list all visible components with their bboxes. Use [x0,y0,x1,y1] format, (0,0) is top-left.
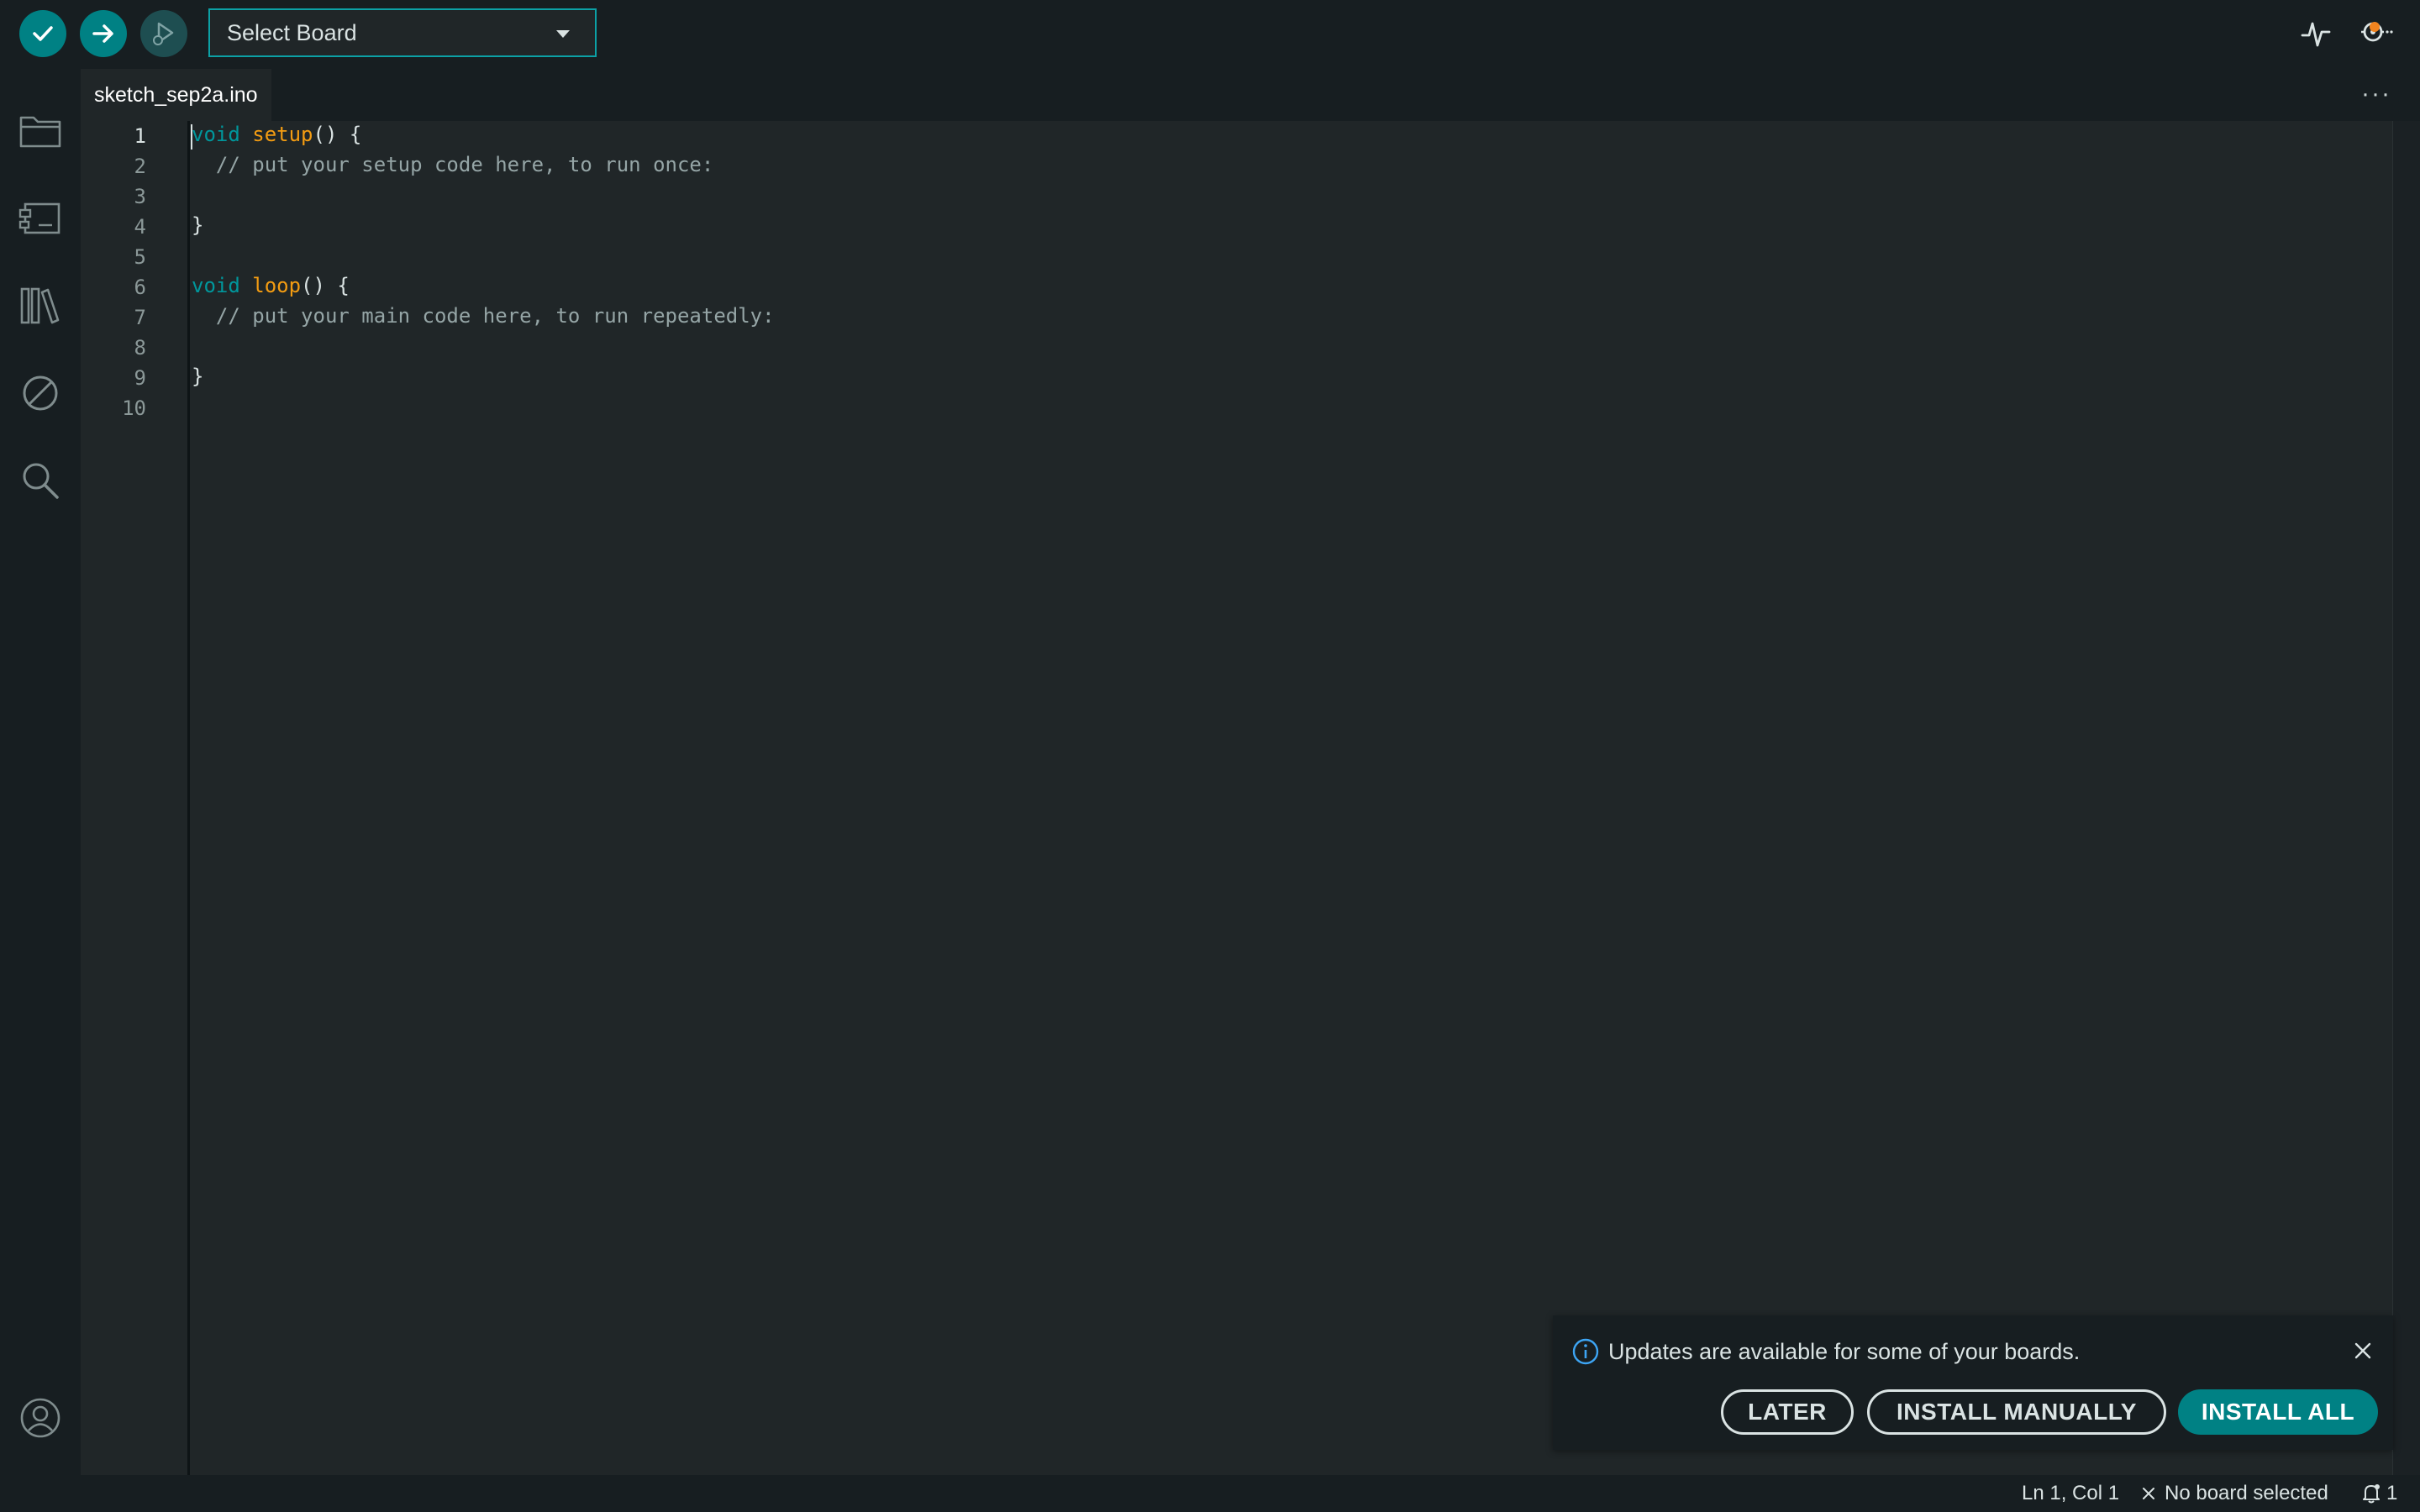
sketchbook-button[interactable] [15,106,66,156]
serial-monitor-button[interactable] [2358,15,2395,52]
debug-panel-button[interactable] [15,368,66,418]
library-manager-button[interactable] [15,281,66,331]
cursor-position-text: Ln 1, Col 1 [2022,1482,2120,1504]
upload-button[interactable] [80,10,127,57]
text-cursor [191,124,192,150]
toolbar: Select Board [0,0,2420,67]
editor-scrollbar[interactable] [2392,121,2420,1475]
arrow-right-icon [92,24,113,43]
code-line-4: } [192,213,204,237]
debug-button[interactable] [140,10,187,57]
notification-message: Updates are available for some of your b… [1608,1339,2081,1364]
line-number: 3 [134,185,146,208]
status-bar: Ln 1, Col 1 No board selected 1 [0,1475,2420,1512]
notifications-button[interactable]: 1 [2361,1482,2397,1505]
line-number: 4 [134,215,146,239]
code-line-7: // put your main code here, to run repea… [192,304,775,328]
board-status-text: No board selected [2165,1482,2328,1504]
later-button[interactable]: LATER [1721,1389,1854,1435]
line-number: 8 [134,336,146,360]
folder-icon [19,116,61,148]
no-debug-icon [23,375,58,411]
code-editor[interactable]: 1 2 3 4 5 6 7 8 9 10 void setup() { // p… [81,121,2393,1475]
line-number: 1 [134,124,146,148]
update-notification: Updates are available for some of your b… [1553,1315,2393,1450]
code-text: () { [301,274,350,297]
info-icon [1572,1338,1599,1365]
gutter-divider [187,121,190,1475]
account-icon [20,1398,60,1438]
chevron-down-icon [556,30,570,38]
line-number: 5 [134,245,146,269]
account-button[interactable] [15,1393,66,1443]
serial-plotter-button[interactable] [2297,15,2334,52]
tab-sketch[interactable]: sketch_sep2a.ino [81,67,271,121]
keyword: void [192,123,240,146]
debug-icon [153,22,174,45]
code-line-6: void loop() { [192,270,350,301]
board-selector-dropdown[interactable]: Select Board [208,8,597,57]
close-icon [2354,1342,2371,1359]
editor-tab-bar: sketch_sep2a.ino ··· [81,67,2420,121]
install-manually-button[interactable]: INSTALL MANUALLY [1867,1389,2166,1435]
serial-monitor-icon [2361,22,2393,42]
function-name: loop [252,274,302,297]
library-icon [20,287,60,324]
tab-label: sketch_sep2a.ino [94,82,258,107]
close-notification-button[interactable] [2348,1336,2378,1366]
code-line-1: void setup() { [192,119,361,150]
keyword: void [192,274,240,297]
update-indicator-dot [2370,22,2380,32]
function-name: setup [252,123,313,146]
activity-bar [0,67,81,1475]
line-number-gutter: 1 2 3 4 5 6 7 8 9 10 [81,121,188,1475]
line-number: 10 [122,396,146,420]
line-number: 9 [134,366,146,390]
code-line-2: // put your setup code here, to run once… [192,153,714,176]
board-selector-label: Select Board [227,19,357,45]
checkmark-icon [33,26,53,41]
cursor-position[interactable]: Ln 1, Col 1 [2022,1482,2119,1505]
boards-manager-button[interactable] [15,193,66,244]
more-actions-button[interactable]: ··· [2358,80,2395,108]
board-status[interactable]: No board selected [2141,1482,2328,1505]
close-icon [2143,1488,2154,1499]
line-number: 7 [134,306,146,329]
install-all-button[interactable]: INSTALL ALL [2178,1389,2378,1435]
code-line-9: } [192,365,204,388]
line-number: 2 [134,155,146,178]
notification-count: 1 [2386,1482,2398,1504]
board-icon [18,202,60,234]
search-icon [23,463,59,499]
serial-plotter-icon [2301,22,2331,47]
search-button[interactable] [15,455,66,506]
ellipsis-icon: ··· [2361,80,2391,108]
code-text: () { [313,123,362,146]
bell-icon [2363,1484,2380,1504]
line-number: 6 [134,276,146,299]
verify-button[interactable] [19,10,66,57]
